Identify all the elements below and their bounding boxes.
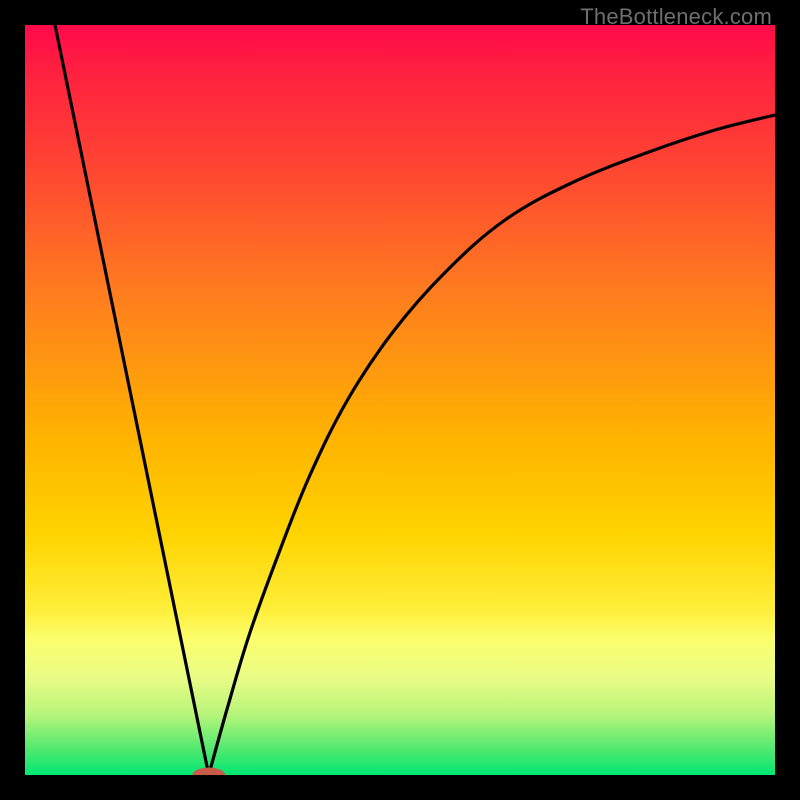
curve-right-branch	[209, 115, 775, 775]
min-marker	[192, 768, 225, 776]
chart-frame	[25, 25, 775, 775]
chart-svg	[25, 25, 775, 775]
curve-left-branch	[55, 25, 209, 775]
attribution-text: TheBottleneck.com	[580, 4, 772, 30]
